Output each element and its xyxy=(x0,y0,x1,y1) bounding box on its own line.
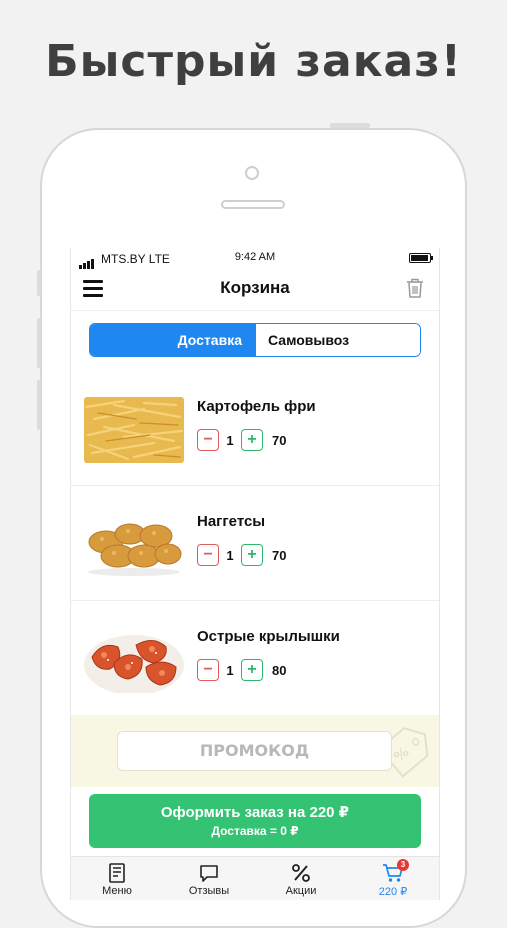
cart-item: Наггетсы − 1 + 70 xyxy=(71,485,439,601)
item-price: 70 xyxy=(272,432,287,448)
app-screen: MTS.BY LTE 9:42 AM Корзина Доставка Само… xyxy=(70,248,440,900)
quantity-stepper: − 1 + 70 xyxy=(197,428,286,452)
quantity-stepper: − 1 + 80 xyxy=(197,658,286,682)
fries-photo xyxy=(84,397,184,463)
page-headline: Быстрый заказ! xyxy=(45,36,462,87)
delivery-cost-label: Доставка = 0 ₽ xyxy=(211,824,299,838)
tab-menu[interactable]: Меню xyxy=(71,857,163,900)
phone-camera xyxy=(245,166,259,180)
wings-photo xyxy=(84,627,184,693)
quantity-value: 1 xyxy=(226,432,234,448)
quantity-value: 1 xyxy=(226,547,234,563)
chat-bubble-icon xyxy=(200,865,218,882)
decrease-button[interactable]: − xyxy=(197,429,219,451)
status-time: 9:42 AM xyxy=(234,251,276,263)
phone-speaker xyxy=(221,200,285,209)
tab-bar: Меню Отзывы Акции 3 220 ₽ xyxy=(71,856,439,900)
tab-promos[interactable]: Акции xyxy=(255,857,347,900)
item-name: Острые крылышки xyxy=(197,628,340,645)
cart-count-badge: 3 xyxy=(397,859,409,871)
promo-section: % ПРОМОКОД xyxy=(71,715,439,787)
tab-reviews[interactable]: Отзывы xyxy=(163,857,255,900)
percent-icon xyxy=(292,864,310,882)
increase-button[interactable]: + xyxy=(241,544,263,566)
nuggets-photo xyxy=(84,512,184,578)
phone-side-button xyxy=(37,270,41,296)
segment-delivery[interactable]: Доставка xyxy=(90,324,256,356)
decrease-button[interactable]: − xyxy=(197,544,219,566)
delivery-mode-segment: Доставка Самовывоз xyxy=(89,323,421,357)
item-name: Картофель фри xyxy=(197,398,316,415)
tab-cart-label: 220 ₽ xyxy=(378,886,408,898)
trash-icon[interactable] xyxy=(405,277,425,299)
checkout-label: Оформить заказ на 220 ₽ xyxy=(160,804,350,821)
increase-button[interactable]: + xyxy=(241,429,263,451)
increase-button[interactable]: + xyxy=(241,659,263,681)
phone-volume-up-button xyxy=(37,318,41,368)
decrease-button[interactable]: − xyxy=(197,659,219,681)
item-price: 80 xyxy=(272,662,287,678)
quantity-stepper: − 1 + 70 xyxy=(197,543,286,567)
battery-icon xyxy=(409,253,433,263)
phone-power-button xyxy=(330,123,370,128)
cart-item: Острые крылышки − 1 + 80 xyxy=(71,600,439,716)
tab-menu-label: Меню xyxy=(102,885,132,897)
tab-cart[interactable]: 3 220 ₽ xyxy=(347,857,439,900)
quantity-value: 1 xyxy=(226,662,234,678)
item-price: 70 xyxy=(272,547,287,563)
navbar: Корзина xyxy=(71,270,439,311)
phone-volume-down-button xyxy=(37,380,41,430)
status-bar: MTS.BY LTE 9:42 AM xyxy=(71,248,439,269)
promo-code-input[interactable]: ПРОМОКОД xyxy=(117,731,392,771)
tab-reviews-label: Отзывы xyxy=(188,885,230,897)
cart-item: Картофель фри − 1 + 70 xyxy=(71,370,439,486)
menu-book-icon xyxy=(109,863,125,883)
page-title: Корзина xyxy=(220,278,290,297)
tab-promos-label: Акции xyxy=(285,885,317,897)
checkout-button[interactable]: Оформить заказ на 220 ₽ Доставка = 0 ₽ xyxy=(89,794,421,848)
svg-text:%: % xyxy=(391,744,412,765)
segment-pickup[interactable]: Самовывоз xyxy=(256,324,420,356)
item-name: Наггетсы xyxy=(197,513,266,530)
